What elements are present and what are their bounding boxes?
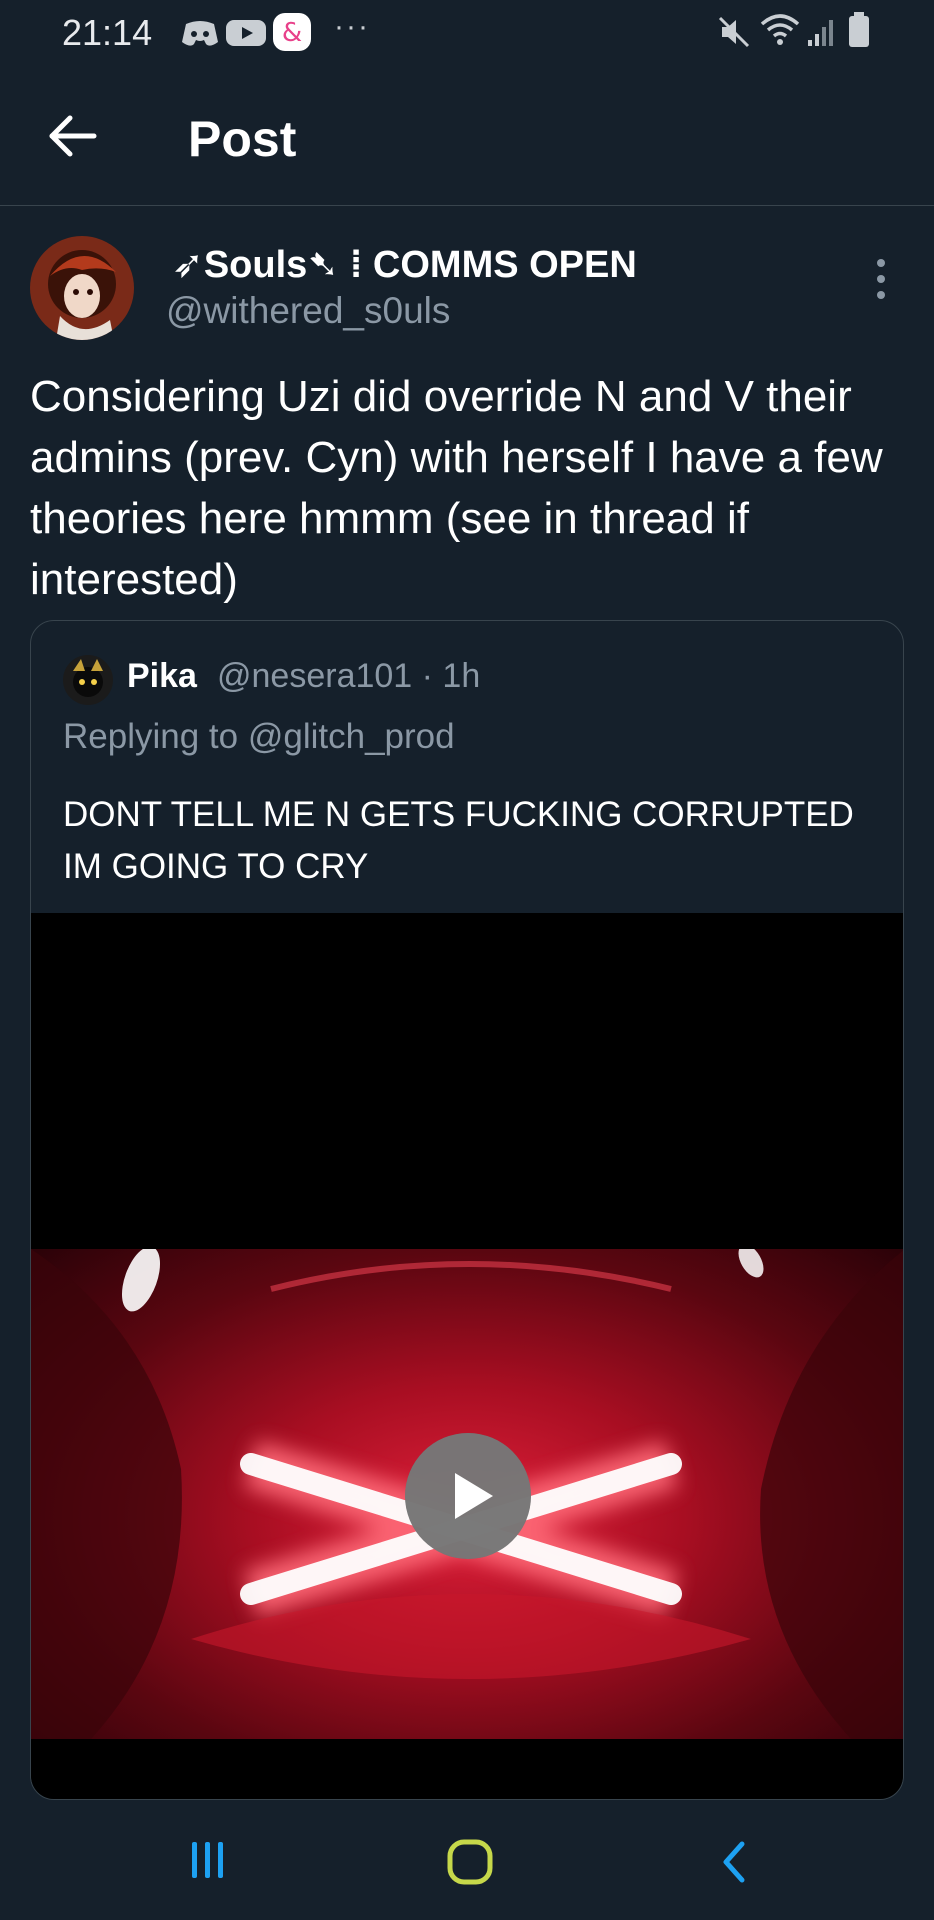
signal-icon bbox=[808, 20, 833, 46]
video-player[interactable] bbox=[31, 913, 903, 1799]
author-avatar[interactable] bbox=[30, 236, 134, 340]
system-back-button[interactable] bbox=[718, 1838, 750, 1886]
back-button[interactable] bbox=[40, 104, 104, 168]
recents-icon bbox=[192, 1842, 223, 1878]
more-options-button[interactable] bbox=[866, 256, 896, 302]
home-icon bbox=[447, 1839, 493, 1885]
battery-icon bbox=[849, 12, 869, 47]
app-ampersand-icon: & bbox=[273, 13, 311, 51]
youtube-icon bbox=[226, 20, 266, 46]
quoted-text: DONT TELL ME N GETS FUCKING CORRUPTED IM… bbox=[63, 795, 854, 886]
back-chevron-icon bbox=[723, 1841, 745, 1883]
discord-icon bbox=[182, 21, 218, 46]
svg-text:&: & bbox=[282, 18, 302, 48]
page-title: Post bbox=[188, 111, 297, 167]
tweet-text: Considering Uzi did override N and V the… bbox=[30, 372, 883, 604]
wifi-icon bbox=[760, 14, 800, 45]
post-header: Post bbox=[0, 64, 934, 206]
quoted-author-avatar[interactable] bbox=[63, 655, 113, 705]
recents-button[interactable] bbox=[186, 1838, 230, 1882]
status-bar: 21:14 & ··· bbox=[0, 0, 934, 64]
more-vertical-icon bbox=[877, 259, 885, 299]
status-overflow: ··· bbox=[334, 10, 370, 43]
author-display-name[interactable]: ➶Souls➷ ⁞ COMMS OPEN bbox=[172, 242, 637, 287]
quoted-post[interactable]: Pika @nesera101 · 1h Replying to @glitch… bbox=[30, 620, 904, 1800]
system-nav-bar bbox=[0, 1800, 934, 1920]
replying-to-text: Replying to @glitch_prod bbox=[63, 717, 455, 756]
mute-icon bbox=[718, 16, 750, 48]
play-button[interactable] bbox=[405, 1433, 531, 1559]
status-time: 21:14 bbox=[62, 12, 153, 53]
arrow-left-icon bbox=[49, 115, 97, 157]
quoted-author-handle: @nesera101 · 1h bbox=[217, 657, 481, 695]
quoted-author-name: Pika bbox=[127, 657, 197, 695]
home-button[interactable] bbox=[446, 1838, 494, 1886]
author-handle[interactable]: @withered_s0uls bbox=[166, 290, 450, 332]
